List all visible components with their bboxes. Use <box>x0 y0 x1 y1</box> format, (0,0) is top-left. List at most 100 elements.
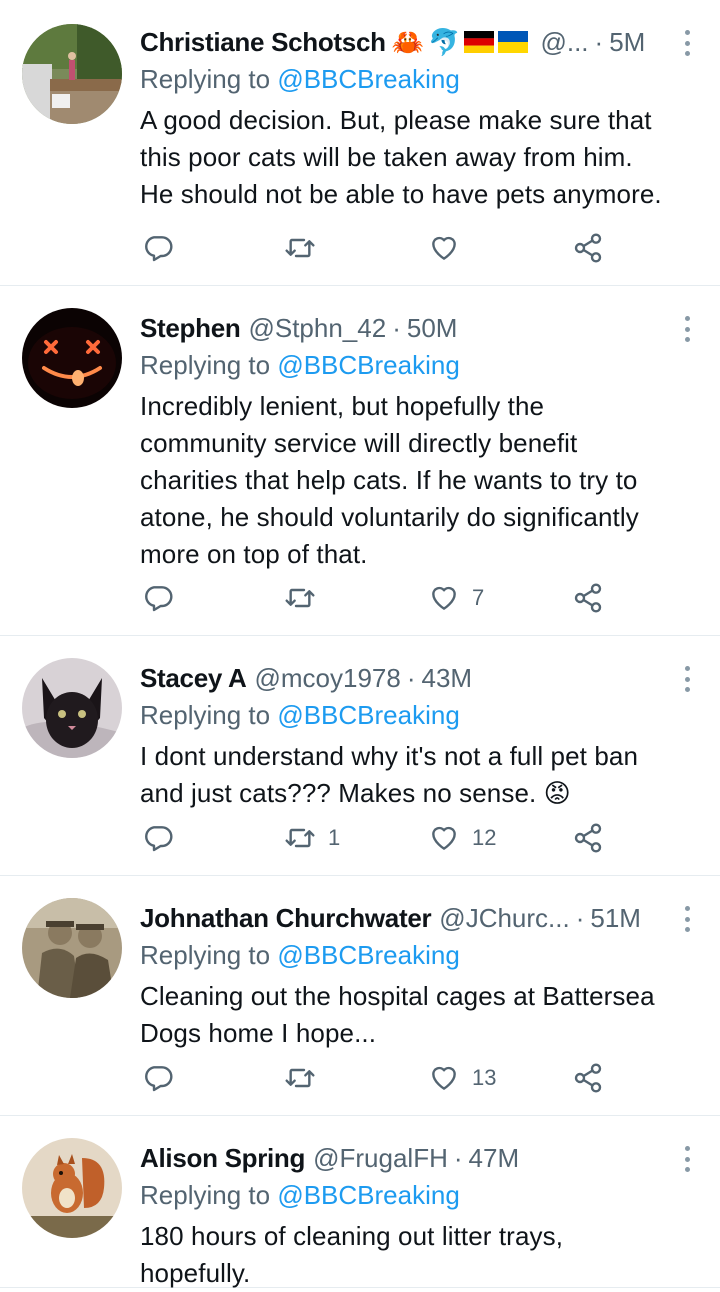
avatar[interactable] <box>22 1138 122 1238</box>
reply-feed: Christiane Schotsch 🦀 🐬 @... · 5M Replyi… <box>0 0 720 1288</box>
tweet-christiane[interactable]: Christiane Schotsch 🦀 🐬 @... · 5M Replyi… <box>0 0 720 286</box>
action-bar: 13 <box>140 1058 680 1098</box>
reply-icon <box>145 826 173 852</box>
timestamp[interactable]: 50M <box>407 313 458 344</box>
tweet-header: Johnathan Churchwater @JChurc... · 51M <box>140 898 680 938</box>
action-bar <box>140 228 680 268</box>
tweet-line: Incredibly lenient, but hopefully the <box>140 391 545 421</box>
ukraine-flag-icon <box>498 31 529 53</box>
author-handle[interactable]: @mcoy1978 <box>254 663 400 694</box>
share-icon <box>574 823 602 853</box>
retweet-icon <box>285 238 315 258</box>
reply-button[interactable] <box>142 1058 174 1098</box>
reply-icon <box>145 586 173 612</box>
author-handle[interactable]: @... <box>540 27 588 58</box>
tweet-line: more on top of that. <box>140 539 368 569</box>
retweet-icon <box>285 828 315 848</box>
retweet-button[interactable]: 1 <box>284 818 340 858</box>
timestamp[interactable]: 5M <box>609 27 645 58</box>
tweet-text: Cleaning out the hospital cages at Batte… <box>140 978 690 1052</box>
reply-button[interactable] <box>142 228 174 268</box>
separator-dot: · <box>575 902 585 933</box>
like-count: 7 <box>472 585 485 610</box>
replying-label: Replying to <box>140 940 271 970</box>
tweet-line: Dogs home I hope... <box>140 1018 377 1048</box>
like-icon <box>432 586 456 610</box>
more-icon[interactable] <box>682 666 692 692</box>
author-name[interactable]: Christiane Schotsch <box>140 27 386 58</box>
separator-dot: · <box>392 312 401 343</box>
share-button[interactable] <box>572 1058 604 1098</box>
author-name[interactable]: Stephen <box>140 313 241 344</box>
separator-dot: · <box>594 26 604 57</box>
mention-link[interactable]: @BBCBreaking <box>277 1180 459 1210</box>
dolphin-emoji: 🐬 <box>428 26 461 57</box>
tweet-stephen[interactable]: Stephen @Stphn_42 · 50M Replying to @BBC… <box>0 286 720 636</box>
mention-link[interactable]: @BBCBreaking <box>277 940 459 970</box>
reply-button[interactable] <box>142 818 174 858</box>
replying-to: Replying to @BBCBreaking <box>140 64 460 95</box>
avatar[interactable] <box>22 24 122 124</box>
like-count: 13 <box>472 1065 497 1090</box>
mention-link[interactable]: @BBCBreaking <box>277 350 459 380</box>
avatar[interactable] <box>22 658 122 758</box>
tweet-line: and just cats??? Makes no sense. 😡 <box>140 778 571 808</box>
replying-to: Replying to @BBCBreaking <box>140 1180 460 1211</box>
author-name[interactable]: Alison Spring <box>140 1143 305 1174</box>
avatar[interactable] <box>22 308 122 408</box>
more-icon[interactable] <box>682 316 692 342</box>
tweet-line: atone, he should voluntarily do signific… <box>140 502 639 532</box>
avatar[interactable] <box>22 898 122 998</box>
tweet-alison[interactable]: Alison Spring @FrugalFH · 47M Replying t… <box>0 1116 720 1288</box>
retweet-button[interactable] <box>284 228 328 268</box>
timestamp[interactable]: 51M <box>590 903 641 934</box>
replying-to: Replying to @BBCBreaking <box>140 350 460 381</box>
name-emoji: 🦀 🐬 <box>392 27 533 58</box>
reply-icon <box>145 236 173 262</box>
germany-flag-icon <box>464 31 495 53</box>
tweet-johnathan[interactable]: Johnathan Churchwater @JChurc... · 51M R… <box>0 876 720 1116</box>
more-icon[interactable] <box>682 906 692 932</box>
action-bar: 1 12 <box>140 818 680 858</box>
replying-to: Replying to @BBCBreaking <box>140 700 460 731</box>
tweet-line: community service will directly benefit <box>140 428 578 458</box>
like-button[interactable]: 12 <box>428 818 496 858</box>
author-name[interactable]: Stacey A <box>140 663 247 694</box>
share-button[interactable] <box>572 578 604 618</box>
replying-label: Replying to <box>140 64 271 94</box>
more-icon[interactable] <box>682 1146 692 1172</box>
tweet-text: 180 hours of cleaning out litter trays, … <box>140 1218 690 1292</box>
tweet-header: Stacey A @mcoy1978 · 43M <box>140 658 680 698</box>
replying-to: Replying to @BBCBreaking <box>140 940 460 971</box>
retweet-count: 1 <box>328 825 341 850</box>
timestamp[interactable]: 43M <box>422 663 473 694</box>
author-handle[interactable]: @JChurc... <box>439 903 569 934</box>
retweet-button[interactable] <box>284 578 328 618</box>
like-button[interactable]: 13 <box>428 1058 496 1098</box>
author-name[interactable]: Johnathan Churchwater <box>140 903 432 934</box>
separator-dot: · <box>453 1142 463 1173</box>
reply-icon <box>145 1066 173 1092</box>
author-handle[interactable]: @Stphn_42 <box>248 313 386 344</box>
more-icon[interactable] <box>682 30 692 56</box>
tweet-header: Christiane Schotsch 🦀 🐬 @... · 5M <box>140 22 680 62</box>
like-button[interactable]: 7 <box>428 578 484 618</box>
author-handle[interactable]: @FrugalFH <box>313 1143 448 1174</box>
mention-link[interactable]: @BBCBreaking <box>277 64 459 94</box>
tweet-line: this poor cats will be taken away from h… <box>140 142 633 172</box>
like-button[interactable] <box>428 228 472 268</box>
like-count: 12 <box>472 825 497 850</box>
mention-link[interactable]: @BBCBreaking <box>277 700 459 730</box>
reply-button[interactable] <box>142 578 174 618</box>
tweet-header: Stephen @Stphn_42 · 50M <box>140 308 680 348</box>
replying-label: Replying to <box>140 350 271 380</box>
tweet-line: hopefully. <box>140 1258 251 1288</box>
share-button[interactable] <box>572 818 604 858</box>
retweet-button[interactable] <box>284 1058 328 1098</box>
share-button[interactable] <box>572 228 604 268</box>
tweet-line: Cleaning out the hospital cages at Batte… <box>140 981 655 1011</box>
tweet-stacey[interactable]: Stacey A @mcoy1978 · 43M Replying to @BB… <box>0 636 720 876</box>
retweet-icon <box>285 1068 315 1088</box>
tweet-text: Incredibly lenient, but hopefully the co… <box>140 388 690 573</box>
timestamp[interactable]: 47M <box>469 1143 520 1174</box>
